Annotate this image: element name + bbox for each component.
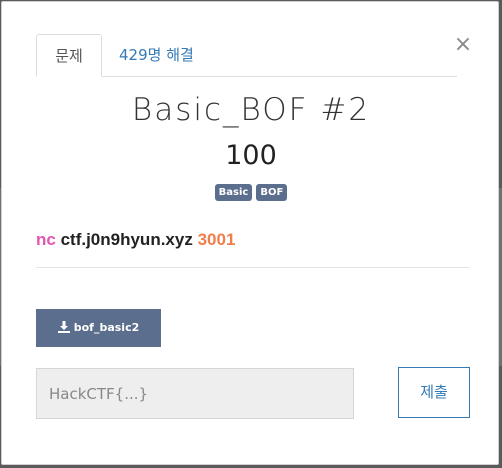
command-text: nc [36,230,56,249]
download-icon [57,321,70,333]
tab-solves[interactable]: 429명 해결 [119,34,194,76]
close-icon: × [453,32,473,57]
challenge-points: 100 [225,140,277,171]
tag-list: Basic BOF [2,184,500,201]
tab-challenge[interactable]: 문제 [36,34,102,77]
tag-badge: BOF [256,184,288,201]
challenge-modal: 문제 429명 해결 × Basic_BOF #2 100 Basic BOF … [1,1,499,465]
download-file-button[interactable]: bof_basic2 [36,309,161,347]
port-text: 3001 [197,230,236,249]
challenge-title: Basic_BOF #2 [131,92,371,128]
flag-input[interactable] [36,368,354,419]
download-label: bof_basic2 [73,321,140,334]
close-button[interactable]: × [453,32,473,57]
divider [36,267,470,268]
submit-button[interactable]: 제출 [398,367,470,418]
challenge-description: nc ctf.j0n9hyun.xyz 3001 [36,230,235,250]
tag-badge: Basic [214,184,253,201]
tab-bar: 문제 429명 해결 [36,34,457,77]
host-text: ctf.j0n9hyun.xyz [60,230,193,249]
